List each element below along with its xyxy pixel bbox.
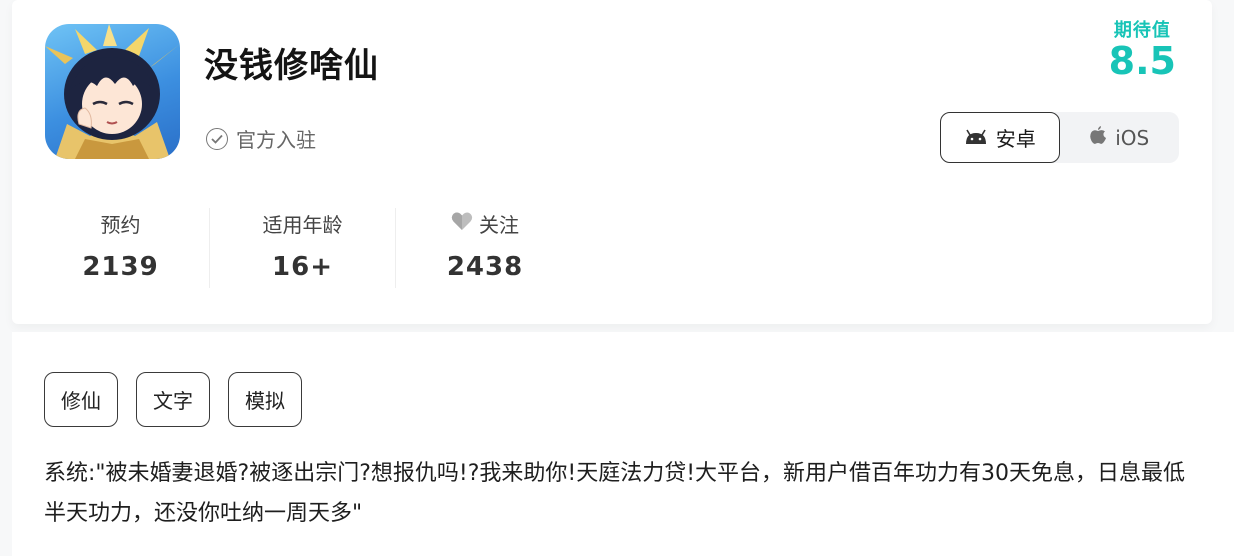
platform-ios-button[interactable]: iOS <box>1060 112 1180 163</box>
page: 没钱修啥仙 官方入驻 期待值 8.5 安卓 iOS 预约 2139 适用年龄 1… <box>0 0 1234 556</box>
platform-switch: 安卓 iOS <box>940 112 1179 163</box>
stat-label-text: 适用年龄 <box>262 212 343 237</box>
check-circle-icon <box>206 127 228 150</box>
platform-label: 安卓 <box>995 127 1036 151</box>
heart-icon <box>451 211 473 236</box>
app-info-card: 修仙 文字 模拟 系统:"被未婚妻退婚?被逐出宗门?想报仇吗!?我来助你!天庭法… <box>12 332 1234 556</box>
stat-followers[interactable]: 关注 2438 <box>396 208 574 288</box>
stat-label-text: 关注 <box>479 212 519 237</box>
tag-item[interactable]: 模拟 <box>228 372 302 427</box>
platform-android-button[interactable]: 安卓 <box>940 112 1060 163</box>
app-description: 系统:"被未婚妻退婚?被逐出宗门?想报仇吗!?我来助你!天庭法力贷!大平台，新用… <box>44 461 1186 526</box>
stat-label: 适用年龄 <box>210 208 395 238</box>
stat-age-rating: 适用年龄 16+ <box>210 208 396 288</box>
verified-badge: 官方入驻 <box>206 124 316 153</box>
tag-item[interactable]: 文字 <box>136 372 210 427</box>
stat-label-text: 预约 <box>100 212 141 237</box>
platform-label: iOS <box>1115 125 1150 150</box>
android-icon <box>964 126 988 150</box>
rating-score: 8.5 <box>1108 39 1176 83</box>
stat-label: 关注 <box>396 208 574 238</box>
stats-row: 预约 2139 适用年龄 16+ 关注 2438 <box>32 208 574 288</box>
verified-text: 官方入驻 <box>236 128 316 152</box>
tag-item[interactable]: 修仙 <box>44 372 118 427</box>
app-title: 没钱修啥仙 <box>204 46 379 86</box>
stat-value: 16+ <box>272 252 333 282</box>
tag-list: 修仙 文字 模拟 <box>44 372 302 427</box>
app-header-card: 没钱修啥仙 官方入驻 期待值 8.5 安卓 iOS 预约 2139 适用年龄 1… <box>12 0 1212 324</box>
stat-reservations: 预约 2139 <box>32 208 210 288</box>
apple-icon <box>1089 125 1107 150</box>
stat-value: 2438 <box>446 252 524 282</box>
app-icon[interactable] <box>45 24 180 159</box>
stat-label: 预约 <box>32 208 209 238</box>
expectation-rating: 期待值 8.5 <box>1109 16 1176 80</box>
app-character-icon <box>45 24 180 159</box>
stat-value: 2139 <box>82 252 159 282</box>
